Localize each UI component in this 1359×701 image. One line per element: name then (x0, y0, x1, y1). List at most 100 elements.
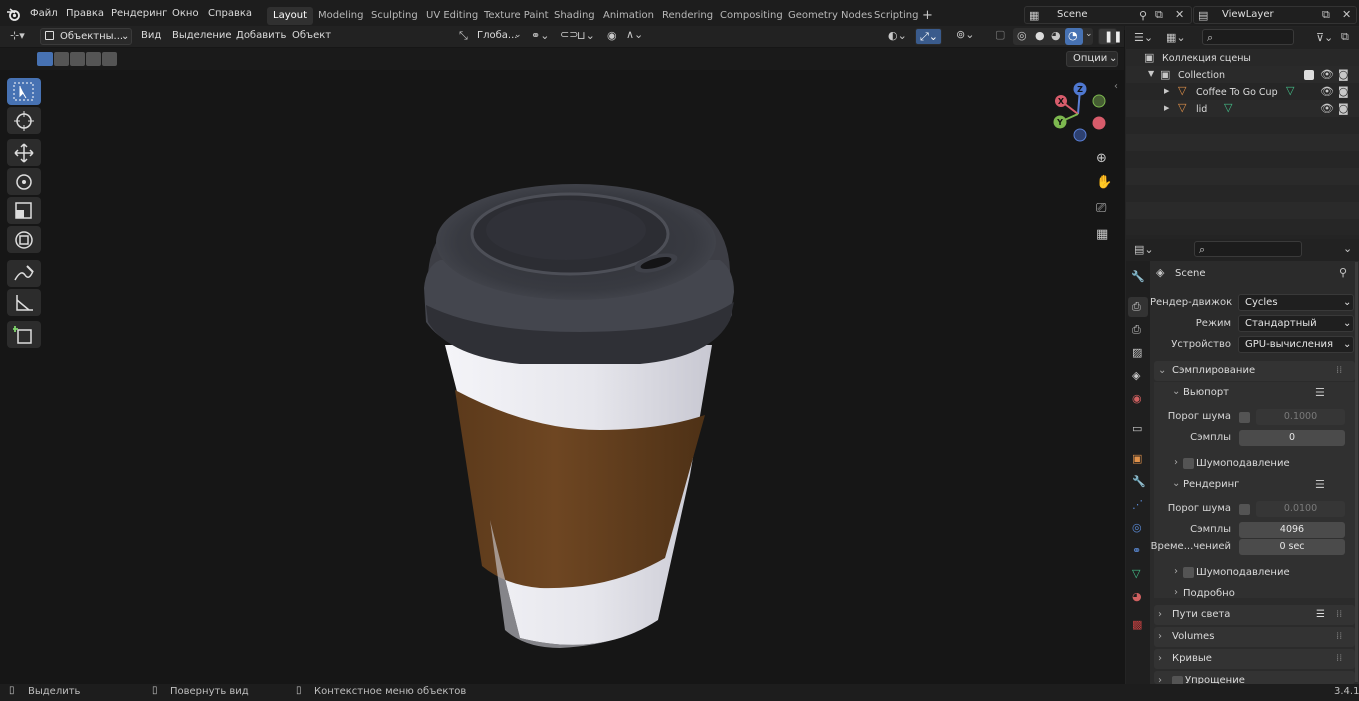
pin-icon[interactable]: ⚲ (1339, 267, 1347, 278)
grid-icon[interactable]: ▦ (1096, 228, 1108, 241)
add-workspace-icon[interactable]: + (922, 9, 933, 22)
properties-scrollbar[interactable] (1355, 262, 1358, 682)
select-intersect-icon[interactable] (102, 52, 117, 66)
outliner-object-cup[interactable]: ▶ ▽ Coffee To Go Cup ▽ 👁 ◙ (1126, 84, 1356, 101)
advanced-subpanel-label[interactable]: Подробно (1183, 588, 1235, 599)
list-icon[interactable]: ☰ (1315, 387, 1325, 398)
xray-icon[interactable]: ▢ (995, 29, 1005, 40)
menu-help[interactable]: Справка (208, 8, 252, 19)
chevron-down-icon[interactable]: ⌄ (1172, 478, 1180, 489)
volumes-panel-header[interactable]: › Volumes ⁞⁞ (1154, 627, 1355, 647)
tab-rendering[interactable]: Rendering (662, 10, 713, 21)
solid-shading-icon[interactable]: ● (1035, 30, 1045, 41)
visibility-icon[interactable]: ◐⌄ (888, 30, 907, 41)
mode-label[interactable]: Объектны... (60, 29, 123, 44)
tab-layout[interactable]: Layout (267, 7, 313, 25)
render-denoise-checkbox[interactable] (1183, 567, 1194, 578)
view-layer-name[interactable]: ViewLayer (1222, 7, 1274, 23)
camera-render-icon[interactable]: ◙ (1338, 103, 1349, 114)
particles-tab-icon[interactable]: ⋰ (1132, 499, 1143, 510)
select-invert-icon[interactable] (86, 52, 101, 66)
sampling-panel-header[interactable]: ⌄ Сэмплирование ⁞⁞ (1154, 361, 1355, 381)
viewport-denoise-checkbox[interactable] (1183, 458, 1194, 469)
mesh-data-icon[interactable]: ▽ (1224, 102, 1232, 113)
mode-dropdown[interactable]: Стандартный ⌄ (1238, 315, 1354, 332)
tab-animation[interactable]: Animation (603, 10, 654, 21)
menu-select[interactable]: Выделение (172, 30, 232, 41)
select-new-icon[interactable] (37, 52, 53, 66)
select-box-tool[interactable] (7, 78, 41, 105)
menu-render[interactable]: Рендеринг (111, 8, 167, 19)
render-samples-field[interactable]: 4096 (1239, 522, 1345, 538)
eye-icon[interactable]: 👁 (1320, 86, 1334, 97)
tab-geometry-nodes[interactable]: Geometry Nodes (788, 10, 872, 21)
options-dropdown[interactable]: Опции ⌄ (1066, 51, 1118, 67)
outliner-collection[interactable]: ▼ ▣ Collection 👁 ◙ (1126, 67, 1356, 84)
chevron-right-icon[interactable]: › (1174, 587, 1178, 598)
cursor-tool[interactable] (7, 107, 41, 134)
rotate-tool[interactable] (7, 168, 41, 195)
new-collection-icon[interactable]: ⧉ (1341, 31, 1349, 42)
list-icon[interactable]: ☰ (1316, 609, 1325, 620)
curves-panel-header[interactable]: › Кривые ⁞⁞ (1154, 649, 1355, 669)
select-subtract-icon[interactable] (70, 52, 85, 66)
render-noise-threshold-checkbox[interactable] (1239, 504, 1250, 515)
viewport-denoise-label[interactable]: Шумоподавление (1196, 458, 1290, 469)
drag-handle-icon[interactable]: ⁞⁞ (1336, 653, 1342, 664)
collection-checkbox[interactable] (1304, 70, 1314, 80)
physics-tab-icon[interactable]: ◎ (1132, 522, 1142, 533)
add-cube-tool[interactable] (7, 321, 41, 348)
snap-icon[interactable]: ⊂⊃ (560, 29, 578, 40)
texture-tab-icon[interactable]: ▩ (1132, 619, 1142, 630)
mesh-data-icon[interactable]: ▽ (1286, 85, 1294, 96)
overlays-icon[interactable]: ⊚⌄ (956, 29, 974, 40)
outliner-search[interactable]: ⌕ (1202, 29, 1294, 45)
render-engine-value[interactable]: Cycles (1245, 297, 1278, 308)
drag-handle-icon[interactable]: ⁞⁞ (1336, 609, 1342, 620)
tab-modeling[interactable]: Modeling (318, 10, 364, 21)
eye-icon[interactable]: 👁 (1320, 103, 1334, 114)
chevron-down-icon[interactable]: ⌄ (1172, 386, 1180, 397)
pan-hand-icon[interactable]: ✋ (1096, 176, 1112, 189)
editor-type-icon[interactable]: ☰⌄ (1134, 32, 1153, 43)
chevron-left-icon[interactable]: ‹ (1114, 82, 1118, 92)
pause-render-button[interactable]: ❚❚ (1098, 28, 1122, 45)
scene-selector[interactable]: ▦ Scene ⚲ ⧉ ✕ (1024, 6, 1192, 24)
mode-selector[interactable]: Объектны... ⌄ (40, 28, 132, 45)
filter-icon[interactable]: ⊽⌄ (1316, 32, 1333, 43)
move-tool[interactable] (7, 139, 41, 166)
proportional-editing-icon[interactable]: ◉ (607, 30, 617, 41)
gizmo-toggle[interactable]: ⤢⌄ (915, 28, 942, 45)
device-value[interactable]: GPU-вычисления (1245, 339, 1333, 350)
select-extend-icon[interactable] (54, 52, 69, 66)
tab-compositing[interactable]: Compositing (720, 10, 783, 21)
expand-arrow-icon[interactable]: ▼ (1148, 70, 1154, 78)
render-denoise-label[interactable]: Шумоподавление (1196, 567, 1290, 578)
list-icon[interactable]: ☰ (1315, 479, 1325, 490)
tab-shading[interactable]: Shading (554, 10, 595, 21)
modifier-tab-icon[interactable]: 🔧 (1132, 476, 1146, 487)
output-tab-icon[interactable]: ⎙ (1132, 324, 1141, 335)
simplify-checkbox[interactable] (1172, 676, 1183, 684)
blender-logo-icon[interactable] (6, 8, 21, 21)
options-label[interactable]: Опции (1073, 53, 1107, 64)
wireframe-shading-icon[interactable]: ◎ (1017, 30, 1027, 41)
pivot-point-icon[interactable]: ⚭⌄ (531, 30, 549, 41)
editor-type-icon[interactable]: ▤⌄ (1134, 244, 1154, 255)
object-tab-icon[interactable]: ▣ (1132, 453, 1142, 464)
tool-tab-icon[interactable]: 🔧 (1131, 271, 1145, 282)
camera-render-icon[interactable]: ◙ (1338, 86, 1349, 97)
scene-tab-icon[interactable]: ◈ (1132, 370, 1140, 381)
drag-handle-icon[interactable]: ⁞⁞ (1336, 365, 1342, 376)
expand-arrow-icon[interactable]: ▶ (1164, 88, 1169, 95)
tab-sculpting[interactable]: Sculpting (371, 10, 418, 21)
viewport-noise-threshold-checkbox[interactable] (1239, 412, 1250, 423)
pin-icon[interactable]: ⚲ (1139, 10, 1147, 21)
mode-value[interactable]: Стандартный (1245, 318, 1317, 329)
chevron-down-icon[interactable]: ⌄ (1343, 243, 1352, 254)
view-layer-selector[interactable]: ▤ ViewLayer ⧉ ✕ (1193, 6, 1357, 24)
collection-tab-icon[interactable]: ▭ (1132, 423, 1142, 434)
transform-orientation[interactable]: Глоба... (477, 30, 517, 41)
time-limit-field[interactable]: 0 sec (1239, 539, 1345, 555)
menu-window[interactable]: Окно (172, 8, 199, 19)
